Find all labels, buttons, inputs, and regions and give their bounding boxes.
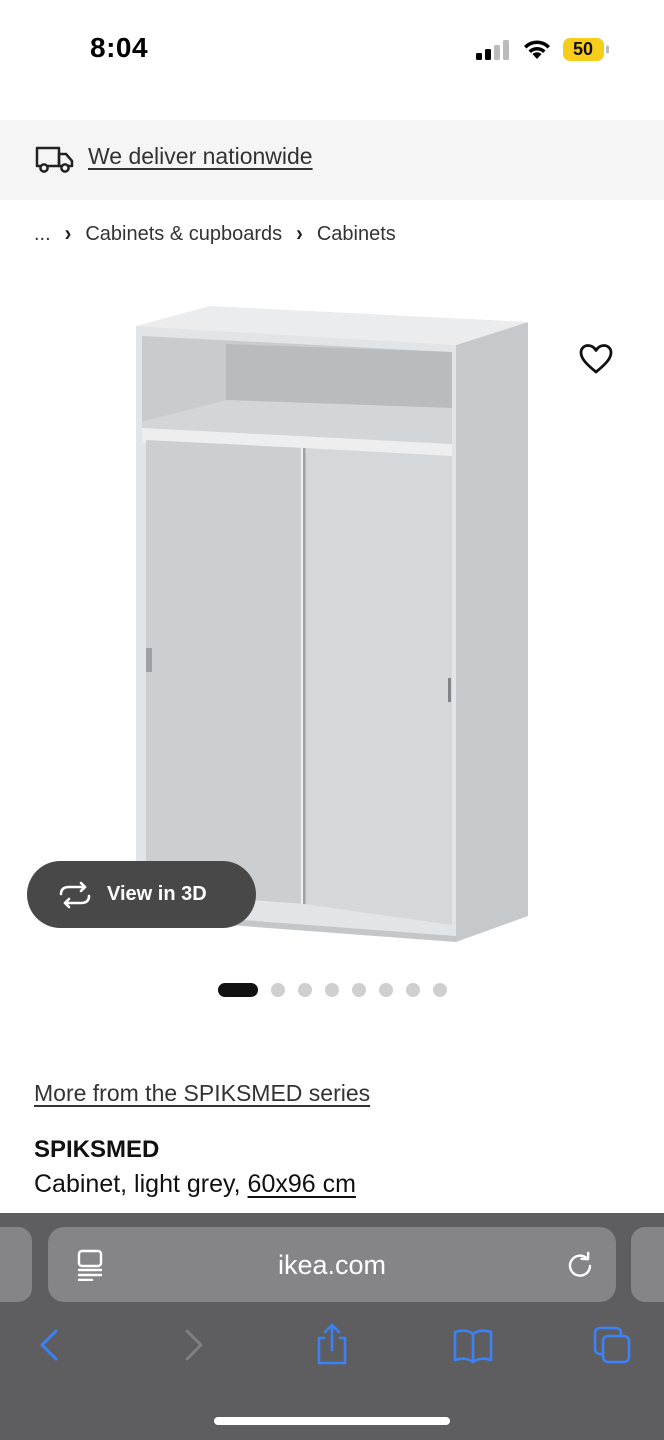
status-time: 8:04 (90, 32, 149, 63)
product-description-text: Cabinet, light grey, (34, 1170, 241, 1198)
chevron-right-icon: › (296, 221, 303, 247)
rotate-3d-icon (59, 881, 91, 908)
carousel-dot[interactable] (406, 983, 420, 997)
series-link[interactable]: More from the SPIKSMED series (34, 1080, 370, 1107)
bookmarks-icon[interactable] (452, 1325, 494, 1365)
next-tab-preview[interactable] (631, 1227, 664, 1302)
breadcrumb: ... › Cabinets & cupboards › Cabinets (34, 221, 396, 247)
forward-icon[interactable] (173, 1325, 213, 1365)
delivery-truck-icon (35, 146, 74, 173)
tabs-icon[interactable] (592, 1325, 632, 1365)
share-icon[interactable] (312, 1322, 352, 1366)
view-in-3d-button[interactable]: View in 3D (27, 861, 256, 928)
carousel-dot[interactable] (325, 983, 339, 997)
delivery-link[interactable]: We deliver nationwide (88, 143, 313, 170)
back-icon[interactable] (30, 1325, 70, 1365)
previous-tab-preview[interactable] (0, 1227, 32, 1302)
breadcrumb-ellipsis[interactable]: ... (34, 223, 51, 246)
carousel-dot[interactable] (379, 983, 393, 997)
home-indicator[interactable] (214, 1417, 450, 1425)
carousel-dot[interactable] (218, 983, 258, 997)
breadcrumb-cabinets-cupboards[interactable]: Cabinets & cupboards (85, 223, 282, 246)
carousel-dot[interactable] (433, 983, 447, 997)
battery-indicator: 50 (562, 37, 610, 62)
heart-icon[interactable] (578, 342, 614, 376)
wifi-icon (524, 40, 550, 59)
battery-level: 50 (572, 39, 594, 59)
carousel-dot[interactable] (298, 983, 312, 997)
carousel-dot[interactable] (352, 983, 366, 997)
reload-icon[interactable] (565, 1250, 595, 1280)
carousel-dot[interactable] (271, 983, 285, 997)
product-size-link[interactable]: 60x96 cm (248, 1170, 356, 1198)
view-in-3d-label: View in 3D (107, 883, 207, 905)
product-name: SPIKSMED (34, 1136, 160, 1163)
product-image[interactable] (126, 300, 538, 950)
url-text[interactable]: ikea.com (48, 1250, 616, 1281)
product-description: Cabinet, light grey, 60x96 cm (34, 1170, 356, 1199)
chevron-right-icon: › (64, 221, 72, 247)
breadcrumb-cabinets[interactable]: Cabinets (317, 223, 396, 246)
cellular-signal-icon (476, 40, 509, 60)
image-carousel-dots (218, 983, 447, 997)
